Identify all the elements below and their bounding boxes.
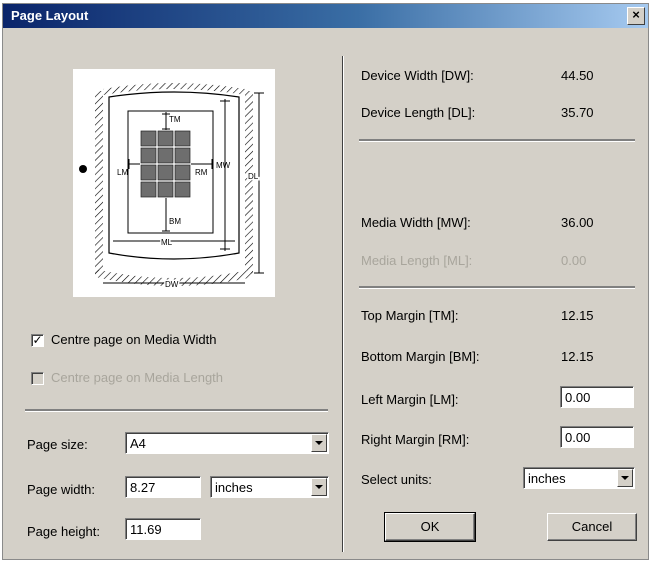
media-separator <box>359 286 635 289</box>
device-separator <box>359 139 635 142</box>
device-left-hatch <box>95 91 103 275</box>
right-margin-value: 0.00 <box>565 430 591 445</box>
page-size-value: A4 <box>130 436 146 451</box>
rm-label: RM <box>195 168 208 177</box>
page-height-label: Page height: <box>27 524 101 539</box>
ml-label: ML <box>161 238 173 247</box>
media-length-value: 0.00 <box>561 253 587 268</box>
centre-width-label[interactable]: Centre page on Media Width <box>51 332 216 347</box>
page-height-input[interactable]: 11.69 <box>125 518 201 540</box>
left-margin-label: Left Margin [LM]: <box>361 392 459 407</box>
device-top-hatch <box>103 83 245 95</box>
centre-length-label: Centre page on Media Length <box>51 370 224 385</box>
media-width-value: 36.00 <box>561 215 594 230</box>
select-units-label: Select units: <box>361 472 432 487</box>
title-bar[interactable]: Page Layout × <box>3 4 648 28</box>
page-size-label: Page size: <box>27 437 88 452</box>
media-width-label: Media Width [MW]: <box>361 215 471 230</box>
page-size-dropdown-arrow[interactable] <box>311 434 327 452</box>
centre-length-checkbox[interactable] <box>31 372 44 385</box>
mw-label: MW <box>216 161 231 170</box>
left-margin-value: 0.00 <box>565 390 591 405</box>
units-select[interactable]: inches <box>523 467 635 489</box>
units-value: inches <box>528 471 566 486</box>
lm-label: LM <box>117 168 128 177</box>
device-width-label: Device Width [DW]: <box>361 68 474 83</box>
right-margin-label: Right Margin [RM]: <box>361 432 470 447</box>
page-width-units-value: inches <box>215 480 253 495</box>
device-width-value: 44.50 <box>561 68 594 83</box>
page-width-label: Page width: <box>27 482 95 497</box>
device-right-hatch <box>245 91 253 275</box>
top-margin-value: 12.15 <box>561 308 594 323</box>
right-margin-input[interactable]: 0.00 <box>560 426 634 448</box>
layout-diagram: TM BM LM RM MW ML DL DW <box>73 69 275 297</box>
device-length-label: Device Length [DL]: <box>361 105 476 120</box>
left-margin-input[interactable]: 0.00 <box>560 386 634 408</box>
page-width-units-dropdown-arrow[interactable] <box>311 478 327 496</box>
left-separator <box>25 409 328 412</box>
layout-diagram-svg: TM BM LM RM MW ML DL DW <box>79 83 264 291</box>
close-button[interactable]: × <box>627 7 645 25</box>
page-width-units-select[interactable]: inches <box>210 476 329 498</box>
page-height-value: 11.69 <box>130 522 162 537</box>
media-length-label: Media Length [ML]: <box>361 253 473 268</box>
vertical-separator <box>342 56 344 552</box>
feed-direction-dot <box>79 165 87 173</box>
centre-width-checkbox[interactable]: ✓ <box>31 334 44 347</box>
bm-label: BM <box>169 217 181 226</box>
page-size-select[interactable]: A4 <box>125 432 329 454</box>
device-length-value: 35.70 <box>561 105 594 120</box>
tm-label: TM <box>169 115 181 124</box>
top-margin-label: Top Margin [TM]: <box>361 308 459 323</box>
page-grid <box>140 130 191 198</box>
dw-label: DW <box>165 280 179 289</box>
bottom-margin-value: 12.15 <box>561 349 594 364</box>
page-width-value: 8.27 <box>130 480 156 495</box>
cancel-button[interactable]: Cancel <box>547 513 637 541</box>
dialog-title: Page Layout <box>11 8 89 23</box>
ok-button[interactable]: OK <box>384 512 476 542</box>
page-layout-dialog: Page Layout × TM BM LM RM MW ML DL DW ✓ … <box>2 3 649 560</box>
units-dropdown-arrow[interactable] <box>617 469 633 487</box>
bottom-margin-label: Bottom Margin [BM]: <box>361 349 480 364</box>
dl-label: DL <box>248 172 259 181</box>
page-width-input[interactable]: 8.27 <box>125 476 201 498</box>
